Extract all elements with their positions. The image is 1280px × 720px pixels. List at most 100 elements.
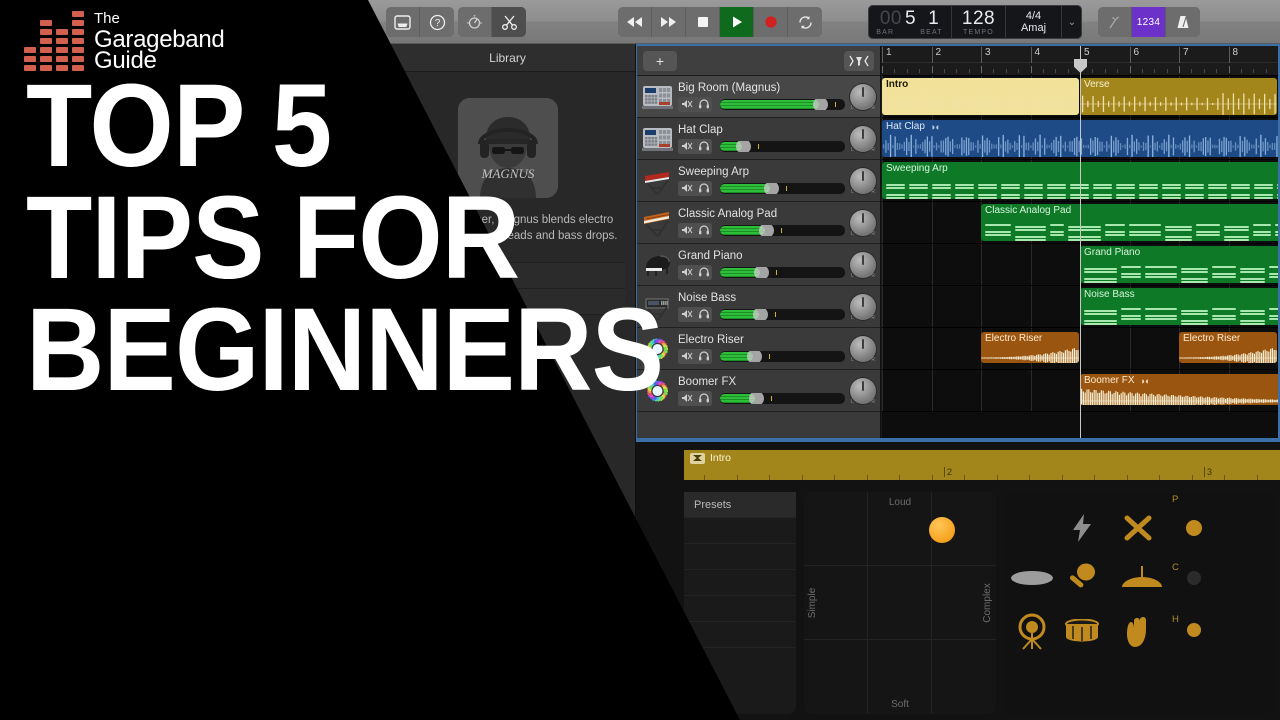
forward-button[interactable] bbox=[652, 7, 686, 37]
timeline-region[interactable]: Electro Riser bbox=[981, 332, 1079, 363]
cymbal-icon[interactable] bbox=[1116, 556, 1168, 600]
play-button[interactable] bbox=[720, 7, 754, 37]
volume-slider[interactable] bbox=[720, 98, 845, 110]
volume-slider[interactable] bbox=[720, 266, 845, 278]
pan-knob[interactable]: LR bbox=[850, 335, 876, 363]
track-header-row[interactable]: Classic Analog Pad LR bbox=[637, 202, 880, 244]
rewind-button[interactable] bbox=[618, 7, 652, 37]
track-header-row[interactable]: Noise Bass LR bbox=[637, 286, 880, 328]
percussion-extra3-icon[interactable] bbox=[1172, 608, 1216, 652]
metronome-button[interactable] bbox=[1166, 7, 1200, 37]
track-header-row[interactable]: Electro Riser LR bbox=[637, 328, 880, 370]
solo-button[interactable] bbox=[695, 306, 712, 322]
ruler-tick bbox=[993, 69, 995, 73]
lcd-position-cell[interactable]: 00 5 1 BAR BEAT bbox=[868, 5, 952, 39]
timeline-region[interactable]: Boomer FX ◑◐ bbox=[1080, 374, 1278, 405]
volume-slider[interactable] bbox=[720, 308, 845, 320]
mute-button[interactable] bbox=[678, 264, 695, 280]
track-header-toolbar: + bbox=[637, 46, 880, 76]
pan-knob[interactable]: LR bbox=[850, 377, 876, 405]
solo-button[interactable] bbox=[695, 180, 712, 196]
ruler-bar-number: 7 bbox=[1179, 47, 1189, 63]
editors-button[interactable] bbox=[492, 7, 526, 37]
timeline-region[interactable]: Verse bbox=[1080, 78, 1277, 115]
pan-knob[interactable]: LR bbox=[850, 209, 876, 237]
cycle-button[interactable] bbox=[788, 7, 822, 37]
mute-button[interactable] bbox=[678, 222, 695, 238]
playhead[interactable] bbox=[1074, 46, 1087, 438]
grid-line bbox=[981, 244, 982, 285]
lcd-expand-button[interactable]: ⌄ bbox=[1062, 5, 1082, 39]
timeline-region[interactable]: Electro Riser bbox=[1179, 332, 1277, 363]
mute-button[interactable] bbox=[678, 306, 695, 322]
add-track-button[interactable]: + bbox=[643, 50, 677, 71]
drummer-kit-selector[interactable]: P C H bbox=[1004, 492, 1276, 714]
editor-region-bar[interactable]: Intro 2 3 bbox=[684, 450, 1280, 480]
percussion-extra-icon[interactable] bbox=[1172, 506, 1216, 550]
maraca-icon[interactable] bbox=[1060, 556, 1104, 600]
pan-knob[interactable]: LR bbox=[850, 251, 876, 279]
volume-slider[interactable] bbox=[720, 224, 845, 236]
volume-slider[interactable] bbox=[720, 392, 845, 404]
timeline[interactable]: 123456789 IntroVerseChorusHat Clap◑◐Swee… bbox=[882, 46, 1278, 438]
lcd-bar-leading-zeros: 00 bbox=[879, 7, 902, 29]
timeline-region[interactable]: Noise Bass bbox=[1080, 288, 1278, 325]
track-header-row[interactable]: Hat Clap LR bbox=[637, 118, 880, 160]
track-header-row[interactable]: Grand Piano LR bbox=[637, 244, 880, 286]
xy-pad-puck[interactable] bbox=[929, 516, 956, 543]
track-header-row[interactable]: Boomer FX LR bbox=[637, 370, 880, 412]
solo-button[interactable] bbox=[695, 222, 712, 238]
pan-knob[interactable]: LR bbox=[850, 83, 876, 111]
lcd-signature-cell[interactable]: 4/4 Amaj bbox=[1006, 5, 1062, 39]
mute-button[interactable] bbox=[678, 138, 695, 154]
ruler-bar-number: 6 bbox=[1129, 47, 1139, 63]
region-label: Noise Bass bbox=[1084, 289, 1135, 300]
grid-line bbox=[931, 286, 933, 327]
quick-help-button[interactable]: ? bbox=[420, 7, 454, 37]
timeline-region[interactable]: Grand Piano bbox=[1080, 246, 1278, 283]
track-filter-icon[interactable] bbox=[844, 50, 874, 71]
mute-button[interactable] bbox=[678, 180, 695, 196]
drummer-xy-pad[interactable]: Loud Soft Simple Complex bbox=[804, 492, 996, 714]
stop-button[interactable] bbox=[686, 7, 720, 37]
lightning-fills-icon[interactable] bbox=[1060, 506, 1104, 550]
solo-button[interactable] bbox=[695, 96, 712, 112]
preset-item[interactable] bbox=[684, 570, 796, 596]
solo-button[interactable] bbox=[695, 348, 712, 364]
record-button[interactable] bbox=[754, 7, 788, 37]
preset-item[interactable] bbox=[684, 544, 796, 570]
hand-clap-icon[interactable] bbox=[1116, 608, 1160, 656]
preset-item[interactable] bbox=[684, 622, 796, 648]
track-header-row[interactable]: Big Room (Magnus) LR bbox=[637, 76, 880, 118]
shaker-icon[interactable] bbox=[1004, 556, 1060, 600]
crossed-sticks-icon[interactable] bbox=[1116, 506, 1160, 550]
lcd-tempo-cell[interactable]: 128 TEMPO bbox=[952, 5, 1006, 39]
pan-knob[interactable]: LR bbox=[850, 125, 876, 153]
mute-button[interactable] bbox=[678, 390, 695, 406]
volume-slider[interactable] bbox=[720, 140, 845, 152]
track-header-row[interactable]: Sweeping Arp LR bbox=[637, 160, 880, 202]
volume-slider[interactable] bbox=[720, 350, 845, 362]
timeline-region[interactable]: Intro bbox=[882, 78, 1079, 115]
ruler-tick bbox=[906, 69, 908, 73]
mute-button[interactable] bbox=[678, 96, 695, 112]
library-toggle-button[interactable] bbox=[386, 7, 420, 37]
mute-button[interactable] bbox=[678, 348, 695, 364]
pan-knob[interactable]: LR bbox=[850, 293, 876, 321]
lcd-display[interactable]: 00 5 1 BAR BEAT 128 TEMPO 4/4 Amaj ⌄ bbox=[868, 5, 1082, 39]
smart-controls-button[interactable] bbox=[458, 7, 492, 37]
tuner-button[interactable] bbox=[1098, 7, 1132, 37]
solo-button[interactable] bbox=[695, 264, 712, 280]
ruler-tick bbox=[882, 66, 883, 73]
solo-button[interactable] bbox=[695, 390, 712, 406]
percussion-extra2-icon[interactable] bbox=[1172, 556, 1216, 600]
snare-drum-icon[interactable] bbox=[1060, 608, 1104, 656]
count-in-button[interactable]: 1234 bbox=[1132, 7, 1166, 37]
timeline-region[interactable]: Classic Analog Pad bbox=[981, 204, 1278, 241]
volume-slider[interactable] bbox=[720, 182, 845, 194]
pan-knob[interactable]: LR bbox=[850, 167, 876, 195]
preset-item[interactable] bbox=[684, 596, 796, 622]
solo-button[interactable] bbox=[695, 138, 712, 154]
preset-item[interactable] bbox=[684, 518, 796, 544]
tambourine-icon[interactable] bbox=[1004, 608, 1060, 656]
